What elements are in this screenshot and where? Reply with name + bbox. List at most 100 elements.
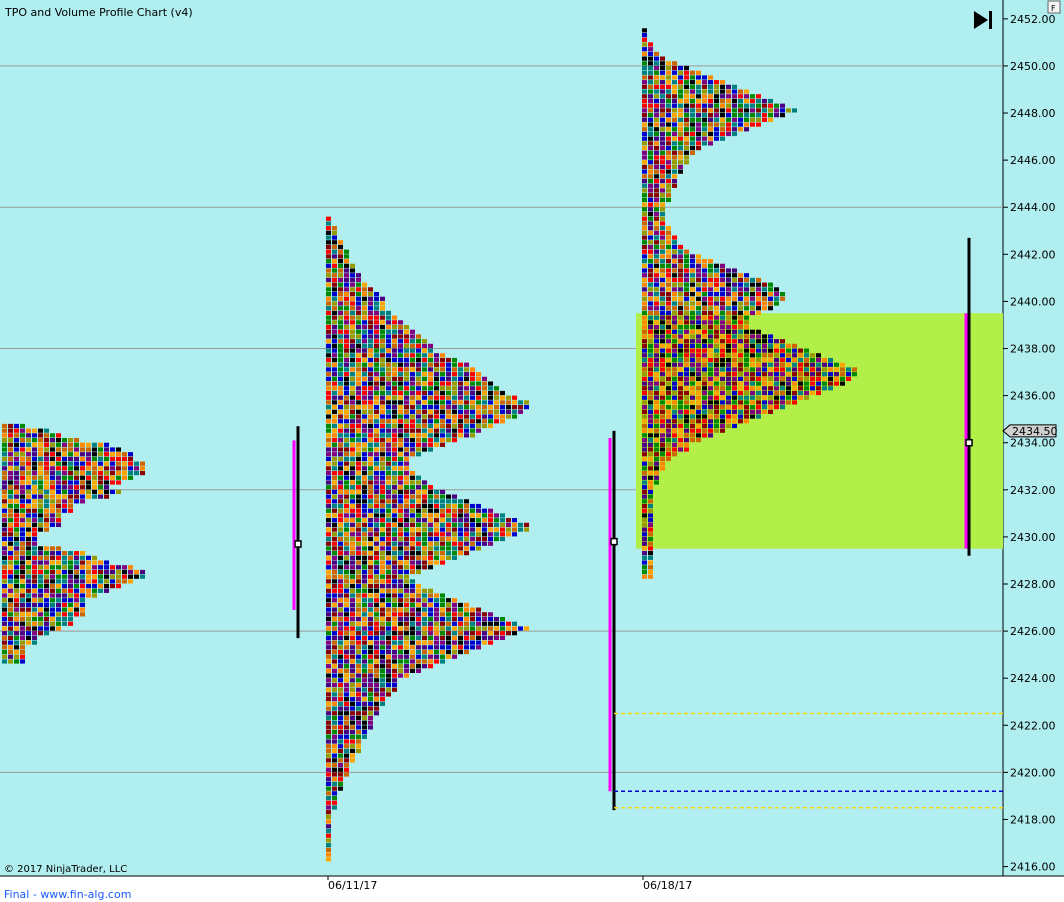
tpo-cell — [380, 428, 385, 433]
tpo-cell — [380, 466, 385, 471]
tpo-cell — [798, 367, 803, 372]
tpo-cell — [380, 414, 385, 419]
tpo-cell — [720, 405, 725, 410]
tpo-cell — [422, 489, 427, 495]
tpo-cell — [708, 263, 713, 268]
tpo-cell — [386, 687, 391, 692]
tpo-cell — [392, 381, 397, 386]
tpo-cell — [410, 381, 415, 386]
tpo-cell — [344, 574, 349, 579]
tpo-cell — [368, 536, 373, 542]
tpo-cell — [458, 612, 463, 617]
tpo-cell — [386, 494, 391, 499]
tpo-cell — [380, 381, 385, 386]
tpo-cell — [452, 405, 457, 410]
tpo-cell — [404, 649, 409, 655]
tpo-cell — [762, 376, 767, 381]
tpo-cell — [690, 320, 695, 325]
tpo-cell — [524, 400, 529, 405]
tpo-cell — [392, 348, 397, 353]
tpo-cell — [404, 339, 409, 344]
tpo-cell — [440, 372, 445, 377]
tpo-cell — [44, 527, 49, 532]
tpo-cell — [642, 405, 647, 410]
tpo-cell — [356, 376, 361, 381]
tpo-cell — [660, 127, 665, 132]
tpo-cell — [750, 395, 755, 400]
tpo-cell — [416, 376, 421, 381]
tpo-cell — [386, 405, 391, 410]
tpo-cell — [326, 730, 331, 735]
tpo-cell — [74, 447, 79, 452]
tpo-chart[interactable]: 2416.002418.002420.002422.002424.002426.… — [0, 0, 1064, 902]
tpo-cell — [660, 292, 665, 297]
tpo-cell — [410, 659, 415, 664]
tpo-cell — [660, 367, 665, 372]
tpo-cell — [134, 569, 139, 575]
tpo-cell — [98, 456, 103, 462]
tpo-cell — [720, 428, 725, 433]
tpo-cell — [2, 616, 7, 622]
tpo-cell — [642, 155, 647, 160]
tpo-cell — [648, 428, 653, 433]
tpo-cell — [404, 433, 409, 438]
tpo-cell — [392, 409, 397, 414]
tpo-cell — [690, 376, 695, 381]
tpo-cell — [2, 508, 7, 513]
tpo-cell — [672, 263, 677, 268]
tpo-cell — [2, 433, 7, 438]
tpo-cell — [338, 480, 343, 485]
tpo-cell — [732, 353, 737, 358]
tpo-cell — [14, 598, 19, 603]
tpo-cell — [714, 390, 719, 396]
tpo-cell — [338, 386, 343, 391]
tpo-cell — [380, 565, 385, 570]
tpo-cell — [642, 61, 647, 66]
tpo-cell — [410, 607, 415, 612]
tpo-cell — [642, 268, 647, 273]
tpo-cell — [380, 664, 385, 669]
tpo-cell — [458, 546, 463, 551]
tpo-cell — [500, 631, 505, 636]
tpo-cell — [20, 560, 25, 565]
tpo-cell — [708, 348, 713, 353]
tpo-cell — [452, 395, 457, 400]
tpo-cell — [56, 612, 61, 617]
tpo-cell — [732, 405, 737, 410]
tpo-cell — [714, 414, 719, 419]
tpo-cell — [660, 197, 665, 203]
tpo-cell — [410, 569, 415, 575]
tpo-cell — [488, 395, 493, 400]
corner-button[interactable]: F — [1047, 0, 1061, 14]
tpo-cell — [368, 579, 373, 584]
tpo-cell — [392, 626, 397, 631]
tpo-cell — [672, 301, 677, 306]
tpo-cell — [750, 367, 755, 372]
tpo-cell — [654, 122, 659, 127]
tpo-cell — [768, 405, 773, 410]
tpo-cell — [14, 508, 19, 513]
tpo-cell — [690, 306, 695, 311]
tpo-cell — [696, 334, 701, 339]
tpo-cell — [8, 579, 13, 584]
tpo-cell — [2, 659, 7, 664]
tpo-cell — [780, 372, 785, 377]
tpo-cell — [434, 616, 439, 622]
footer-link[interactable]: Final - www.fin-alg.com — [4, 888, 131, 901]
tpo-cell — [326, 659, 331, 664]
tpo-cell — [362, 649, 367, 655]
tpo-cell — [68, 489, 73, 495]
tpo-cell — [368, 711, 373, 716]
tpo-cell — [798, 376, 803, 381]
tpo-cell — [392, 480, 397, 485]
tpo-cell — [458, 518, 463, 523]
tpo-cell — [642, 334, 647, 339]
tpo-cell — [642, 518, 647, 523]
tpo-cell — [708, 357, 713, 363]
tpo-cell — [344, 616, 349, 622]
tpo-cell — [338, 263, 343, 268]
tpo-cell — [452, 428, 457, 433]
tpo-cell — [332, 758, 337, 763]
tpo-cell — [80, 456, 85, 462]
tpo-cell — [660, 438, 665, 443]
